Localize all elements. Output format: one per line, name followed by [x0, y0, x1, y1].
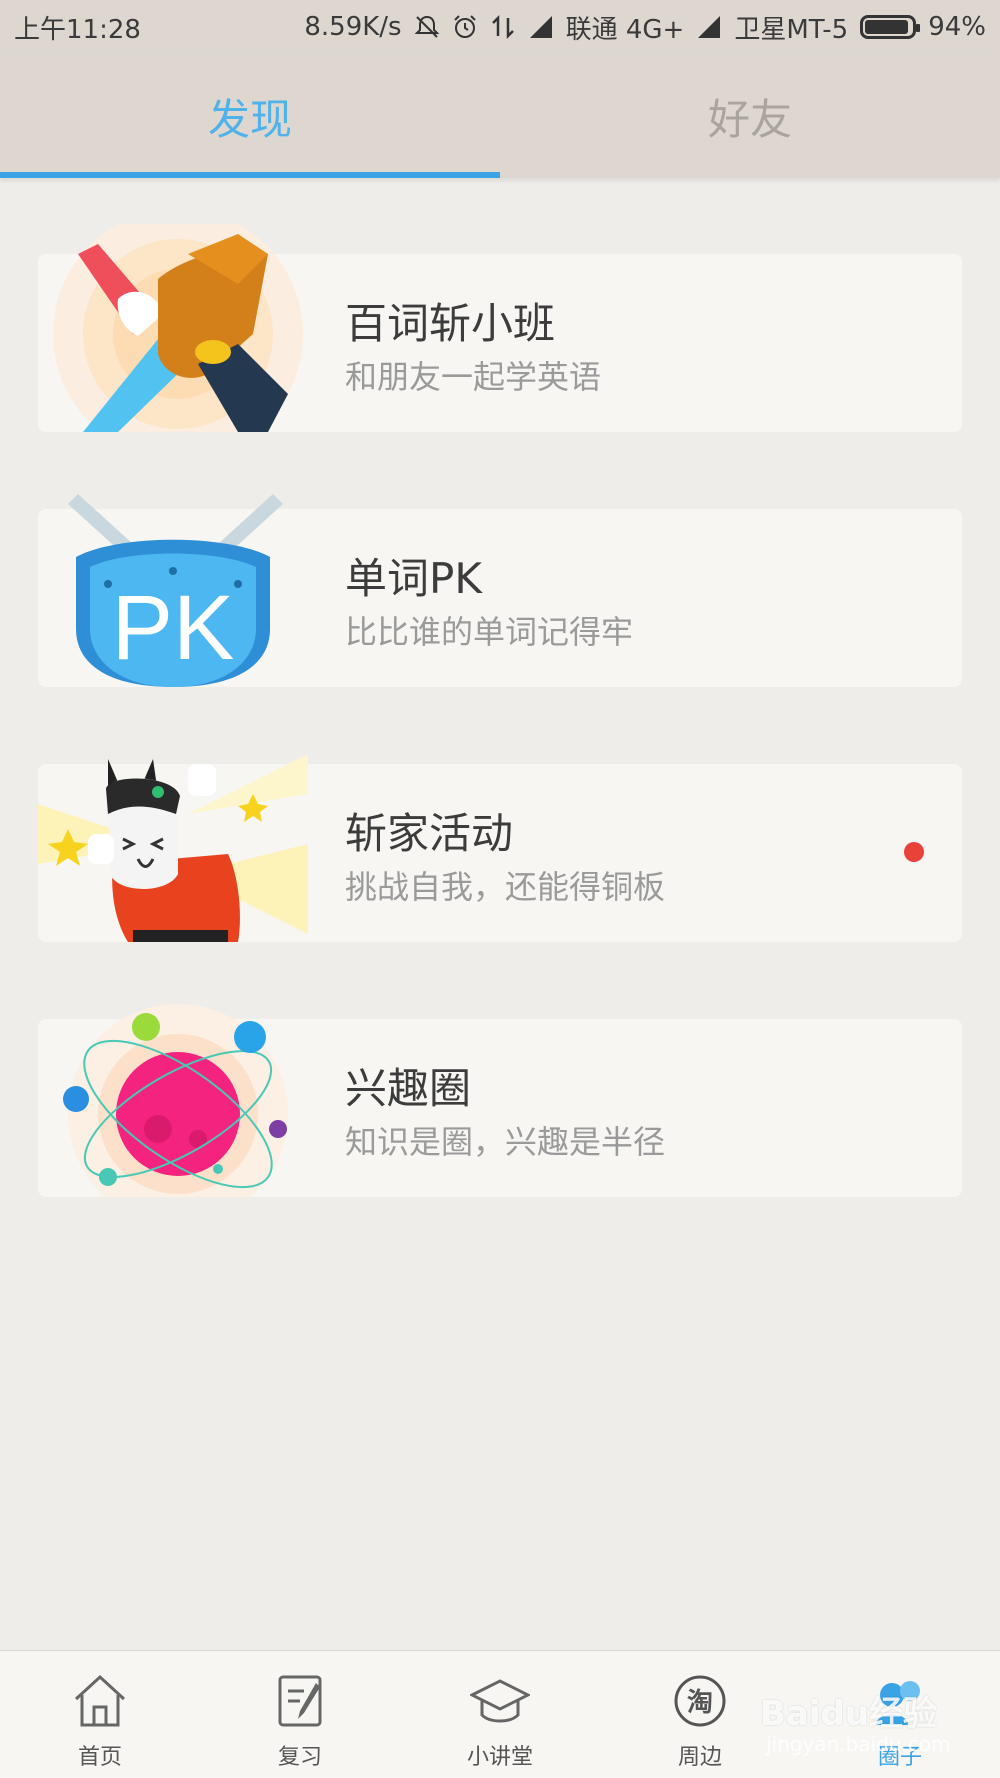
mute-icon — [414, 15, 440, 38]
active-tab-indicator — [0, 172, 500, 178]
card-interest-circle[interactable]: 兴趣圈 知识是圈，兴趣是半径 — [38, 1004, 962, 1197]
data-arrows-icon — [491, 14, 514, 40]
card-events[interactable]: 斩家活动 挑战自我，还能得铜板 — [38, 754, 962, 942]
nav-label: 首页 — [77, 1745, 122, 1770]
pk-badge-text: PK — [112, 577, 235, 679]
nav-label: 小讲堂 — [466, 1745, 533, 1770]
signal-icon — [698, 16, 721, 38]
planet-icon — [63, 1004, 288, 1197]
carrier-1: 联通 4G+ — [565, 14, 685, 45]
alarm-icon — [453, 15, 476, 38]
nav-review[interactable]: 复习 — [200, 1651, 400, 1778]
signal-icon — [529, 16, 552, 38]
battery-icon — [860, 15, 921, 39]
taobao-icon: 淘 — [674, 1675, 726, 1727]
status-time: 上午11:28 — [14, 14, 141, 45]
nav-label: 周边 — [677, 1745, 722, 1770]
card-subtitle: 挑战自我，还能得铜板 — [345, 868, 666, 906]
tab-discover-label: 发现 — [207, 94, 292, 144]
watermark-url: jingyan.baidu.com — [766, 1732, 951, 1756]
card-title: 斩家活动 — [345, 809, 514, 858]
watermark: Baidu经验 — [760, 1694, 938, 1734]
network-speed: 8.59K/s — [304, 12, 402, 42]
nav-label: 复习 — [277, 1745, 322, 1770]
card-title: 百词斩小班 — [345, 299, 556, 348]
graduation-cap-icon — [470, 1679, 530, 1723]
new-indicator-dot — [904, 842, 924, 862]
pk-shield-icon: PK — [68, 494, 283, 687]
status-bar: 上午11:28 8.59K/s 联通 4G+ 卫星MT-5 94% — [0, 0, 1000, 54]
taobao-glyph: 淘 — [687, 1688, 713, 1718]
card-subtitle: 和朋友一起学英语 — [345, 358, 602, 396]
card-subtitle: 知识是圈，兴趣是半径 — [345, 1123, 666, 1161]
nav-lecture[interactable]: 小讲堂 — [400, 1651, 600, 1778]
card-class[interactable]: 百词斩小班 和朋友一起学英语 — [38, 224, 962, 432]
tab-discover[interactable]: 发现 — [0, 54, 500, 178]
tab-friends[interactable]: 好友 — [500, 54, 1000, 178]
card-word-pk[interactable]: PK 单词PK 比比谁的单词记得牢 — [38, 494, 962, 687]
review-icon — [278, 1675, 322, 1727]
card-title: 兴趣圈 — [345, 1064, 472, 1113]
carrier-2: 卫星MT-5 — [734, 14, 849, 45]
home-icon — [74, 1674, 126, 1727]
card-subtitle: 比比谁的单词记得牢 — [345, 613, 634, 651]
handshake-icon — [53, 224, 303, 432]
top-tab-bar: 发现 好友 — [0, 54, 1000, 178]
card-title: 单词PK — [345, 554, 482, 603]
nav-home[interactable]: 首页 — [0, 1651, 200, 1778]
battery-percent: 94% — [928, 12, 986, 42]
tab-friends-label: 好友 — [707, 94, 792, 144]
cat-mascot-icon — [38, 754, 308, 942]
